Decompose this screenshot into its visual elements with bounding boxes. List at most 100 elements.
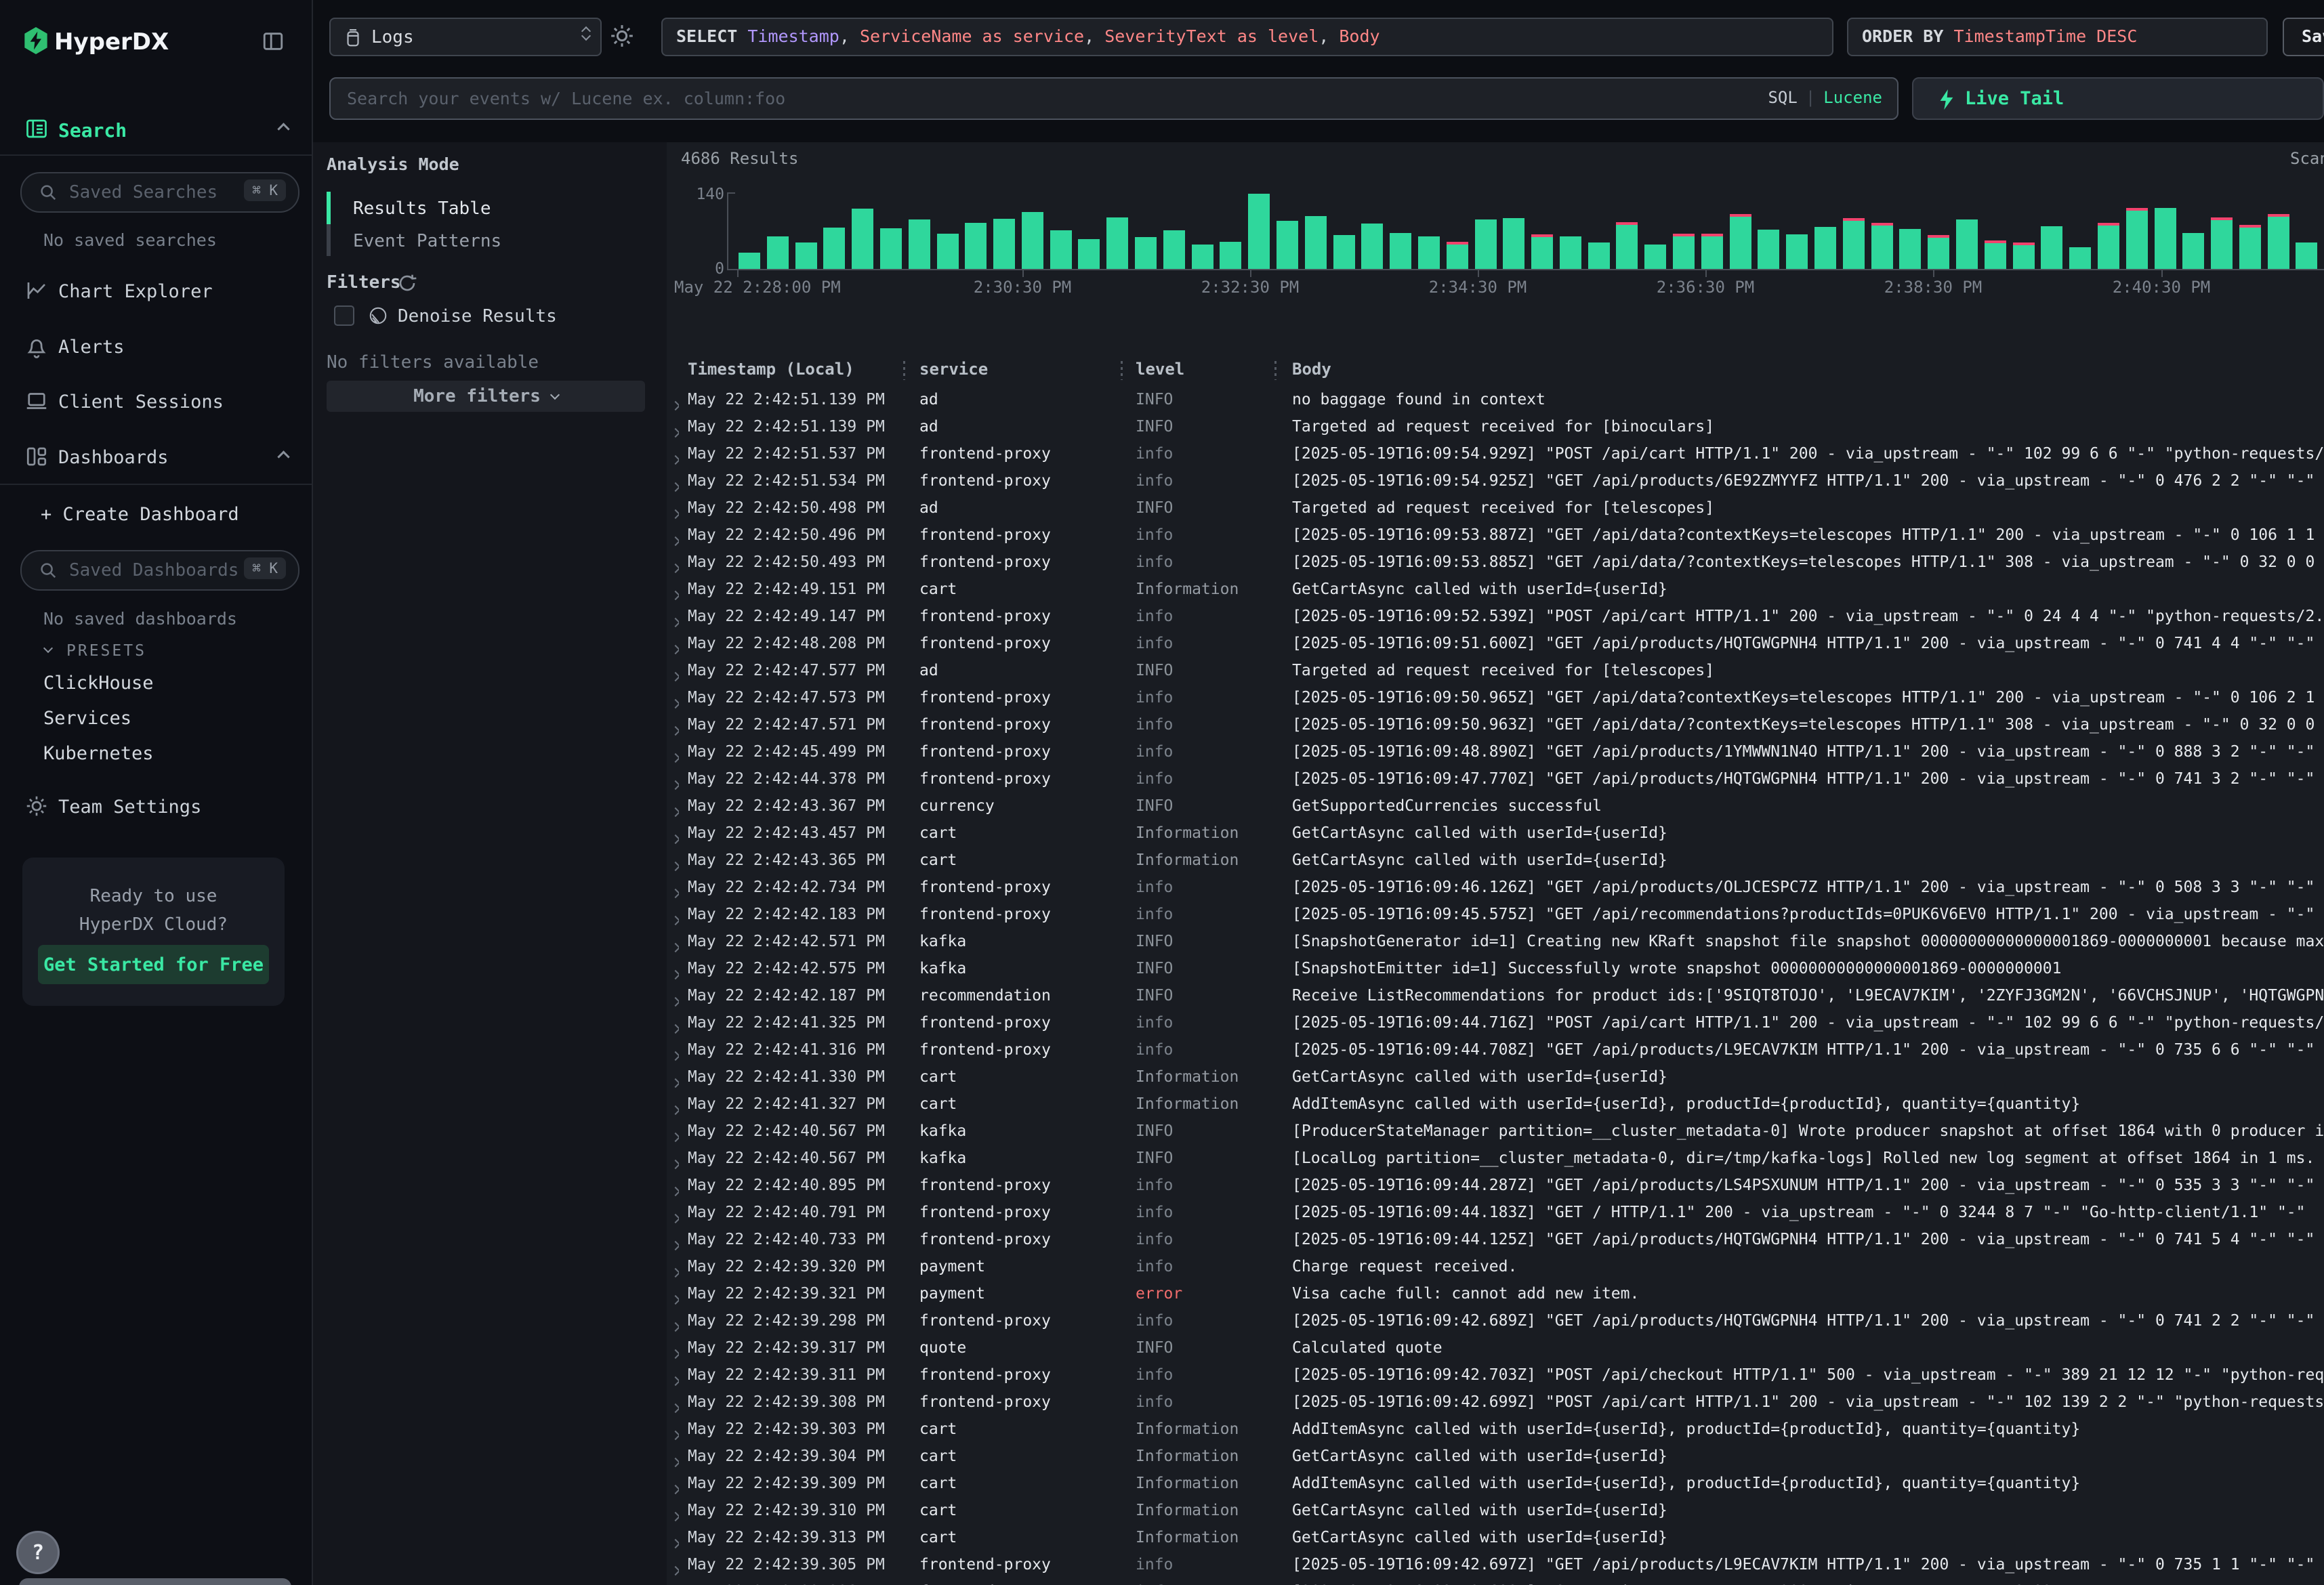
sidebar-item-client-sessions[interactable]: Client Sessions — [0, 379, 312, 423]
create-dashboard-button[interactable]: + Create Dashboard — [41, 504, 239, 525]
table-row[interactable]: May 22 2:42:42.183 PMfrontend-proxyinfo[… — [667, 901, 2324, 928]
table-row[interactable]: May 22 2:42:51.537 PMfrontend-proxyinfo[… — [667, 440, 2324, 467]
saved-dashboards-input[interactable]: Saved Dashboards ⌘ K — [20, 550, 299, 591]
more-filters-button[interactable]: More filters — [327, 381, 645, 412]
table-row[interactable]: May 22 2:42:47.577 PMadINFOTargeted ad r… — [667, 657, 2324, 684]
help-button[interactable]: ? — [16, 1531, 60, 1574]
row-expand-chevron-icon[interactable] — [672, 1425, 679, 1443]
table-row[interactable]: May 22 2:42:42.575 PMkafkaINFO[SnapshotE… — [667, 955, 2324, 982]
table-row[interactable]: May 22 2:42:50.493 PMfrontend-proxyinfo[… — [667, 549, 2324, 576]
search-input[interactable] — [346, 83, 1636, 114]
live-tail-button[interactable]: Live Tail — [1912, 77, 2324, 120]
row-expand-chevron-icon[interactable] — [672, 856, 679, 874]
row-expand-chevron-icon[interactable] — [672, 1100, 679, 1118]
table-row[interactable]: May 22 2:42:40.895 PMfrontend-proxyinfo[… — [667, 1172, 2324, 1199]
column-header-timestamp[interactable]: Timestamp (Local) — [688, 360, 854, 379]
row-expand-chevron-icon[interactable] — [672, 965, 679, 982]
row-expand-chevron-icon[interactable] — [672, 585, 679, 603]
lucene-toggle[interactable]: Lucene — [1823, 88, 1882, 107]
row-expand-chevron-icon[interactable] — [672, 883, 679, 901]
row-expand-chevron-icon[interactable] — [672, 1263, 679, 1280]
row-expand-chevron-icon[interactable] — [672, 829, 679, 847]
row-expand-chevron-icon[interactable] — [672, 558, 679, 576]
table-row[interactable]: May 22 2:42:39.309 PMcartInformationAddI… — [667, 1470, 2324, 1497]
row-expand-chevron-icon[interactable] — [672, 1534, 679, 1551]
refresh-filters-icon[interactable] — [396, 272, 418, 294]
table-row[interactable]: May 22 2:42:39.321 PMpaymenterrorVisa ca… — [667, 1280, 2324, 1307]
row-expand-chevron-icon[interactable] — [672, 639, 679, 657]
row-expand-chevron-icon[interactable] — [672, 612, 679, 630]
row-expand-chevron-icon[interactable] — [672, 1479, 679, 1497]
row-expand-chevron-icon[interactable] — [672, 1561, 679, 1578]
table-row[interactable]: May 22 2:42:39.320 PMpaymentinfoCharge r… — [667, 1253, 2324, 1280]
denoise-checkbox[interactable] — [334, 305, 354, 326]
row-expand-chevron-icon[interactable] — [672, 1317, 679, 1334]
chevron-up-icon[interactable] — [279, 451, 288, 464]
row-expand-chevron-icon[interactable] — [672, 1452, 679, 1470]
table-row[interactable]: May 22 2:42:40.567 PMkafkaINFO[LocalLog … — [667, 1145, 2324, 1172]
save-button[interactable]: Save — [2283, 18, 2324, 56]
row-expand-chevron-icon[interactable] — [672, 802, 679, 820]
select-query-input[interactable]: SELECT Timestamp, ServiceName as service… — [661, 18, 1833, 56]
row-expand-chevron-icon[interactable] — [672, 1208, 679, 1226]
row-expand-chevron-icon[interactable] — [672, 1046, 679, 1063]
sidebar-item-chart-explorer[interactable]: Chart Explorer — [0, 269, 312, 312]
row-expand-chevron-icon[interactable] — [672, 721, 679, 738]
row-expand-chevron-icon[interactable] — [672, 1019, 679, 1036]
mode-results-table[interactable]: Results Table — [353, 198, 491, 219]
table-row[interactable]: May 22 2:42:43.367 PMcurrencyINFOGetSupp… — [667, 792, 2324, 820]
table-row[interactable]: May 22 2:42:39.305 PMfrontend-proxyinfo[… — [667, 1551, 2324, 1578]
row-expand-chevron-icon[interactable] — [672, 1371, 679, 1389]
events-histogram[interactable]: 140 0 May 22 2:28:00 PM2:30:30 PM2:32:30… — [667, 169, 2324, 298]
order-by-input[interactable]: ORDER BY TimestampTime DESC — [1847, 18, 2268, 56]
table-row[interactable]: May 22 2:42:50.498 PMadINFOTargeted ad r… — [667, 494, 2324, 522]
table-row[interactable]: May 22 2:42:47.571 PMfrontend-proxyinfo[… — [667, 711, 2324, 738]
row-expand-chevron-icon[interactable] — [672, 910, 679, 928]
table-row[interactable]: May 22 2:42:39.310 PMcartInformationGetC… — [667, 1497, 2324, 1524]
table-row[interactable]: May 22 2:42:47.573 PMfrontend-proxyinfo[… — [667, 684, 2324, 711]
table-row[interactable]: May 22 2:42:51.534 PMfrontend-proxyinfo[… — [667, 467, 2324, 494]
table-row[interactable]: May 22 2:42:40.733 PMfrontend-proxyinfo[… — [667, 1226, 2324, 1253]
bottom-toast-sliver[interactable] — [19, 1578, 291, 1585]
table-row[interactable]: May 22 2:42:41.330 PMcartInformationGetC… — [667, 1063, 2324, 1091]
source-select[interactable]: Logs — [329, 18, 602, 56]
row-expand-chevron-icon[interactable] — [672, 694, 679, 711]
sidebar-item-dashboards[interactable]: Dashboards — [0, 435, 312, 478]
column-resize-handle[interactable] — [903, 361, 905, 380]
table-row[interactable]: May 22 2:42:48.208 PMfrontend-proxyinfo[… — [667, 630, 2324, 657]
row-expand-chevron-icon[interactable] — [672, 1398, 679, 1416]
presets-toggle[interactable]: PRESETS — [45, 642, 146, 660]
table-row[interactable]: May 22 2:42:39.304 PMcartInformationGetC… — [667, 1443, 2324, 1470]
sql-toggle[interactable]: SQL — [1768, 88, 1797, 107]
table-row[interactable]: May 22 2:42:39.308 PMfrontend-proxyinfo[… — [667, 1389, 2324, 1416]
table-row[interactable]: May 22 2:42:39.317 PMquoteINFOCalculated… — [667, 1334, 2324, 1361]
table-row[interactable]: May 22 2:42:51.139 PMadINFOTargeted ad r… — [667, 413, 2324, 440]
row-expand-chevron-icon[interactable] — [672, 504, 679, 522]
table-row[interactable]: May 22 2:42:42.734 PMfrontend-proxyinfo[… — [667, 874, 2324, 901]
table-row[interactable]: May 22 2:42:41.316 PMfrontend-proxyinfo[… — [667, 1036, 2324, 1063]
preset-item-kubernetes[interactable]: Kubernetes — [43, 743, 154, 764]
table-row[interactable]: May 22 2:42:39.298 PMfrontend-proxyinfo[… — [667, 1307, 2324, 1334]
row-expand-chevron-icon[interactable] — [672, 531, 679, 549]
event-search-bar[interactable]: SQL|Lucene — [329, 77, 1898, 120]
row-expand-chevron-icon[interactable] — [672, 667, 679, 684]
table-row[interactable]: May 22 2:42:50.496 PMfrontend-proxyinfo[… — [667, 522, 2324, 549]
table-row[interactable]: May 22 2:42:41.327 PMcartInformationAddI… — [667, 1091, 2324, 1118]
sidebar-collapse-icon[interactable] — [262, 30, 285, 53]
row-expand-chevron-icon[interactable] — [672, 748, 679, 765]
table-row[interactable]: May 22 2:42:40.791 PMfrontend-proxyinfo[… — [667, 1199, 2324, 1226]
sidebar-item-alerts[interactable]: Alerts — [0, 324, 312, 368]
row-expand-chevron-icon[interactable] — [672, 992, 679, 1009]
table-row[interactable]: May 22 2:42:43.365 PMcartInformationGetC… — [667, 847, 2324, 874]
row-expand-chevron-icon[interactable] — [672, 1154, 679, 1172]
column-resize-handle[interactable] — [1121, 361, 1123, 380]
row-expand-chevron-icon[interactable] — [672, 1344, 679, 1361]
table-row[interactable]: May 22 2:42:42.571 PMkafkaINFO[SnapshotG… — [667, 928, 2324, 955]
column-header-service[interactable]: service — [919, 360, 988, 379]
row-expand-chevron-icon[interactable] — [672, 775, 679, 792]
row-expand-chevron-icon[interactable] — [672, 423, 679, 440]
table-row[interactable]: May 22 2:42:44.378 PMfrontend-proxyinfo[… — [667, 765, 2324, 792]
chevron-up-icon[interactable] — [279, 123, 288, 136]
row-expand-chevron-icon[interactable] — [672, 1127, 679, 1145]
table-row[interactable]: May 22 2:42:39.313 PMcartInformationGetC… — [667, 1524, 2324, 1551]
